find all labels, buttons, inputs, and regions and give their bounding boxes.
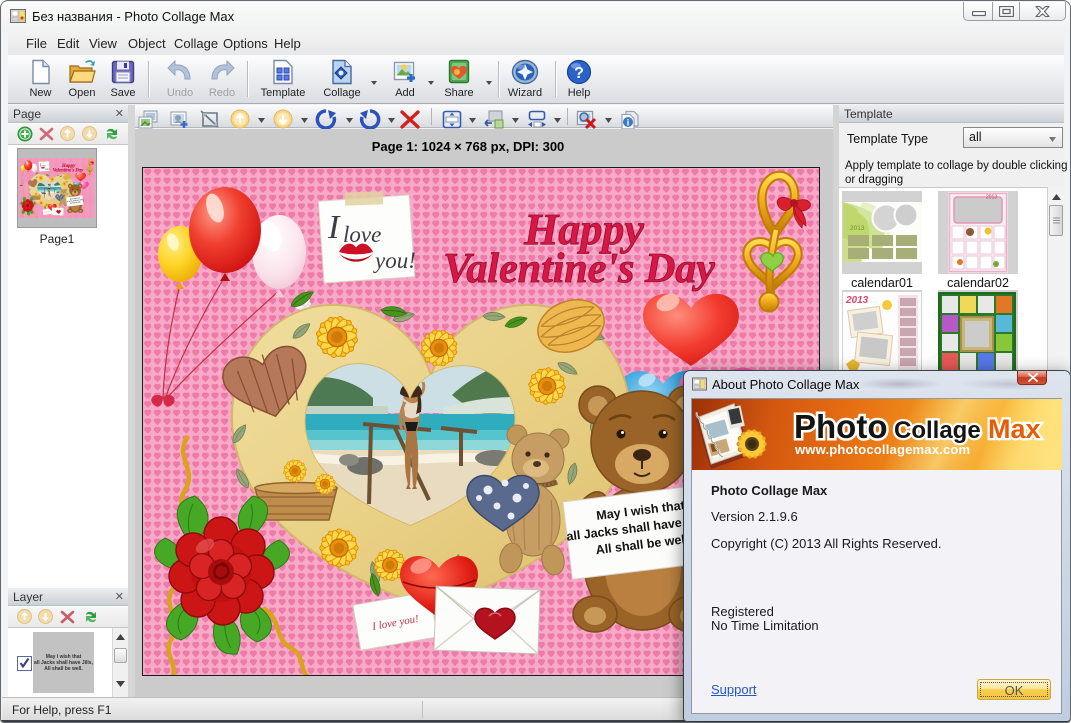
svg-text:Collage: Collage — [894, 417, 981, 444]
svg-text:www.photocollagemax.com: www.photocollagemax.com — [794, 442, 970, 457]
svg-text:you!: you! — [373, 248, 416, 273]
svg-text:2013: 2013 — [986, 195, 997, 201]
svg-text:i: i — [627, 118, 630, 128]
svg-text:love: love — [343, 222, 381, 247]
svg-text:Max: Max — [988, 414, 1041, 444]
svg-text:?: ? — [574, 65, 584, 82]
svg-text:Photo: Photo — [794, 408, 887, 445]
svg-text:2013: 2013 — [850, 225, 865, 232]
svg-text:Valentine's Day: Valentine's Day — [443, 246, 715, 292]
svg-text:2013: 2013 — [845, 295, 869, 306]
svg-text:I: I — [327, 209, 341, 246]
